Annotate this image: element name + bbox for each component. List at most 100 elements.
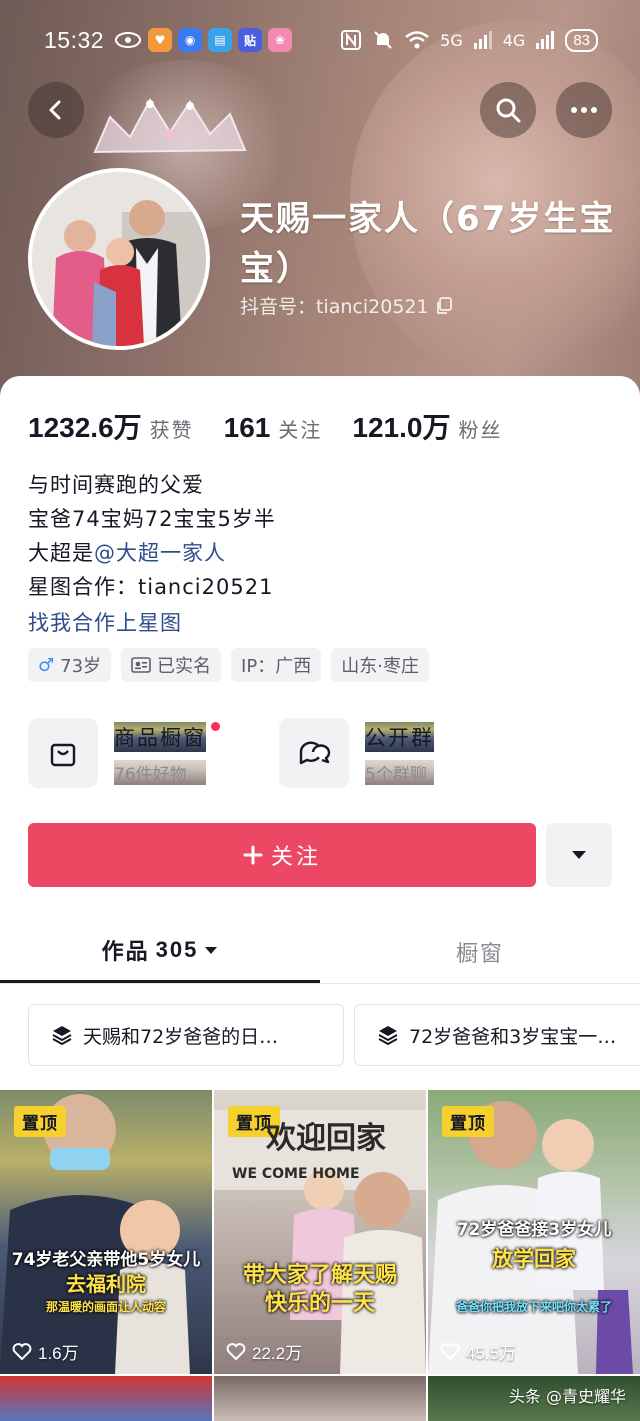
pinned-badge: 置顶 (442, 1106, 494, 1137)
shop-title: 商品橱窗 (114, 721, 220, 752)
star-map-link[interactable]: 找我合作上星图 (28, 606, 276, 640)
heart-icon (226, 1342, 246, 1360)
video-caption-small: 那温暖的画面让人动容 (45, 1300, 166, 1314)
likes-count: 1.6万 (12, 1339, 79, 1364)
status-bar: 15:32 ♥ ◉ ▤ 贴 ❀ 5G 4G 83 (0, 0, 640, 80)
video-caption-sub: 放学回家 (492, 1247, 576, 1271)
chevron-left-icon (49, 100, 61, 120)
shopping-bag-icon (50, 743, 76, 767)
tab-works[interactable]: 作品 305 (0, 920, 320, 983)
bio-line-2: 宝爸74宝妈72宝宝5岁半 (28, 507, 276, 531)
shop-title-text: 商品橱窗 (114, 725, 206, 750)
avatar[interactable] (28, 168, 210, 350)
tag-age: ♂ 73岁 (28, 648, 112, 682)
battery-indicator: 83 (565, 28, 598, 52)
stat-followers-label: 粉丝 (458, 418, 503, 442)
book-app-icon: ▤ (208, 28, 233, 52)
tag-verified-text: 已实名 (157, 656, 212, 677)
collection-chip-label: 72岁爸爸和3岁宝宝一… (409, 1025, 617, 1048)
layers-icon (52, 1026, 72, 1046)
id-card-icon (131, 657, 151, 673)
tab-showcase[interactable]: 橱窗 (320, 920, 640, 983)
stat-followers-num: 121.0万 (352, 412, 451, 443)
sign-text: 欢迎回家 (266, 1121, 386, 1156)
search-icon (496, 98, 521, 123)
douyin-id[interactable]: 抖音号：tianci20521 (240, 292, 453, 319)
tab-works-label: 作品 (101, 940, 150, 965)
video-tile[interactable] (0, 1376, 212, 1421)
shop-icon-box (28, 718, 98, 788)
plus-icon (243, 845, 263, 865)
tie-app-icon: 贴 (238, 28, 263, 52)
shop-sub: 76件好物 (114, 759, 206, 785)
bio-line-3-prefix: 大超是 (28, 541, 94, 565)
tab-showcase-label: 橱窗 (455, 941, 504, 967)
shop-window-entry[interactable]: 商品橱窗 76件好物 (28, 718, 220, 788)
bio: 与时间赛跑的父爱 宝爸74宝妈72宝宝5岁半 大超是@大超一家人 星图合作：ti… (28, 468, 276, 640)
douyin-id-text: 抖音号：tianci20521 (240, 296, 429, 318)
video-tile[interactable]: 置顶 72岁爸爸接3岁女儿 放学回家 爸爸你把我放下来吧你太累了 45.5万 (428, 1090, 640, 1374)
tag-verified[interactable]: 已实名 (121, 648, 222, 682)
profile-card: 1232.6万 获赞 161 关注 121.0万 粉丝 与时间赛跑的父爱 宝爸7… (0, 376, 640, 1421)
stat-following-num: 161 (223, 412, 271, 443)
back-button[interactable] (28, 82, 84, 138)
content-tabs: 作品 305 橱窗 (0, 920, 640, 984)
stat-likes-num: 1232.6万 (28, 412, 142, 443)
likes-count: 45.5万 (440, 1339, 516, 1364)
bio-line-3: 大超是@大超一家人 (28, 536, 276, 570)
group-text: 公开群 5个群聊 (365, 721, 434, 785)
group-icon-box (279, 718, 349, 788)
pink-app-icon: ❀ (268, 28, 293, 52)
more-options-button[interactable] (556, 82, 612, 138)
tag-location[interactable]: 山东·枣庄 (331, 648, 429, 682)
collection-chip[interactable]: 天赐和72岁爸爸的日… (28, 1004, 344, 1066)
status-time: 15:32 (44, 26, 105, 53)
video-caption: 72岁爸爸接3岁女儿 (456, 1220, 612, 1240)
follow-dropdown-button[interactable] (546, 823, 612, 887)
search-button[interactable] (480, 82, 536, 138)
heart-icon (12, 1342, 32, 1360)
mute-bell-icon (374, 31, 392, 49)
watermark: 头条 @青史耀华 (508, 1387, 626, 1406)
video-caption: 74岁老父亲带他5岁女儿 (11, 1250, 201, 1270)
signal-icon-2 (536, 31, 555, 49)
network-4g: 4G (502, 30, 526, 50)
family-photo (32, 172, 206, 346)
likes-count-text: 1.6万 (38, 1344, 79, 1363)
tag-ip-text: IP：广西 (241, 656, 312, 677)
stat-followers[interactable]: 121.0万 粉丝 (352, 406, 502, 446)
tag-age-text: 73岁 (60, 656, 102, 677)
wifi-icon (405, 31, 429, 49)
copy-icon[interactable] (435, 296, 453, 315)
likes-count-text: 22.2万 (252, 1344, 303, 1363)
video-grid: 置顶 74岁老父亲带他5岁女儿 去福利院 那温暖的画面让人动容 1.6万 置顶 … (0, 1090, 640, 1421)
status-app-icons: ♥ ◉ ▤ 贴 ❀ (114, 28, 293, 52)
male-icon: ♂ (38, 654, 55, 676)
caret-down-icon (205, 946, 218, 954)
collection-chip[interactable]: 72岁爸爸和3岁宝宝一… (354, 1004, 640, 1066)
group-title: 公开群 (365, 721, 434, 752)
ellipsis-icon (571, 107, 597, 113)
nfc-icon (341, 30, 362, 50)
video-tile[interactable]: 置顶 欢迎回家 WE COME HOME 带大家了解天赐快乐的一天 22.2万 (214, 1090, 426, 1374)
stat-following[interactable]: 161 关注 (224, 412, 323, 444)
eye-icon (115, 32, 142, 48)
shop-text: 商品橱窗 76件好物 (114, 721, 220, 785)
caret-down-icon (572, 851, 586, 859)
sign-text-english: WE COME HOME (232, 1166, 360, 1182)
stat-likes[interactable]: 1232.6万 获赞 (28, 406, 194, 446)
video-tile[interactable]: 置顶 74岁老父亲带他5岁女儿 去福利院 那温暖的画面让人动容 1.6万 (0, 1090, 212, 1374)
bio-mention-link[interactable]: @大超一家人 (94, 541, 226, 565)
collections-row: 天赐和72岁爸爸的日… 72岁爸爸和3岁宝宝一… (28, 1004, 640, 1066)
bio-line-1: 与时间赛跑的父爱 (28, 473, 204, 497)
video-tile[interactable] (214, 1376, 426, 1421)
layers-icon (378, 1026, 398, 1046)
group-chat-entry[interactable]: 公开群 5个群聊 (279, 718, 434, 788)
follow-button[interactable]: 关注 (28, 823, 536, 887)
heart-icon (440, 1342, 460, 1360)
crown-decoration (93, 98, 247, 154)
tab-works-count: 305 (155, 937, 199, 962)
likes-count: 22.2万 (226, 1339, 302, 1364)
pinned-badge: 置顶 (14, 1106, 66, 1137)
status-right-icons: 5G 4G 83 (340, 28, 598, 52)
